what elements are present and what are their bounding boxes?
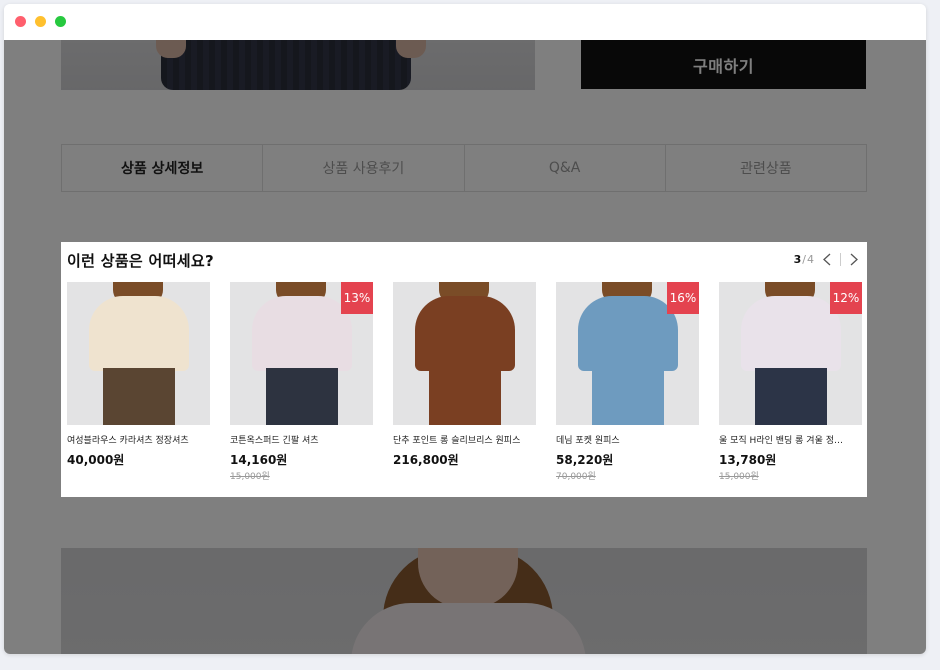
original-price: 15,000원 [230,472,270,482]
pager-total: 4 [807,252,814,266]
product-name[interactable]: 데님 포켓 원피스 [556,433,696,446]
original-price: 15,000원 [719,472,759,482]
product-price: 216,800원 [393,453,459,467]
product-thumbnail[interactable] [393,282,536,425]
title-bar [4,4,926,40]
recommend-title: 이런 상품은 어떠세요? [67,252,214,270]
product-card[interactable]: 여성블라우스 카라셔츠 정장셔츠 40,000원 [67,282,210,487]
product-price: 40,000원 [67,453,125,467]
product-name[interactable]: 단추 포인트 롱 슬리브리스 원피스 [393,433,533,446]
discount-badge: 13% [341,282,373,314]
top-garment-shape [89,296,189,371]
product-card[interactable]: 단추 포인트 롱 슬리브리스 원피스 216,800원 [393,282,536,487]
product-price: 13,780원 [719,453,777,467]
next-page-button[interactable] [845,250,863,268]
bottom-garment-shape [429,368,501,425]
prev-page-button[interactable] [818,250,836,268]
product-carousel: 여성블라우스 카라셔츠 정장셔츠 40,000원 13% 코튼옥스퍼드 긴팔 셔… [67,282,867,487]
maximize-window-button[interactable] [55,16,66,27]
product-price: 14,160원 [230,453,288,467]
product-thumbnail[interactable] [67,282,210,425]
chevron-left-icon [823,253,831,265]
product-name[interactable]: 코튼옥스퍼드 긴팔 셔츠 [230,433,370,446]
product-price: 58,220원 [556,453,614,467]
product-name[interactable]: 울 모직 H라인 밴딩 롱 겨울 정… [719,433,859,446]
product-thumbnail[interactable]: 12% [719,282,862,425]
product-page: 구매하기 상품 상세정보 상품 사용후기 Q&A 관련상품 이런 상품은 어떠세… [4,40,926,654]
bottom-garment-shape [592,368,664,425]
discount-badge: 16% [667,282,699,314]
original-price: 70,000원 [556,472,596,482]
top-garment-shape [415,296,515,371]
top-garment-shape [741,296,841,371]
bottom-garment-shape [266,368,338,425]
bottom-garment-shape [755,368,827,425]
close-window-button[interactable] [15,16,26,27]
browser-window: 구매하기 상품 상세정보 상품 사용후기 Q&A 관련상품 이런 상품은 어떠세… [4,4,926,654]
recommend-popup: 이런 상품은 어떠세요? 3 / 4 여성블라우스 카라셔츠 정장셔츠 40,0… [61,242,867,497]
product-thumbnail[interactable]: 13% [230,282,373,425]
product-thumbnail[interactable]: 16% [556,282,699,425]
product-name[interactable]: 여성블라우스 카라셔츠 정장셔츠 [67,433,207,446]
pager-current: 3 [793,252,802,266]
top-garment-shape [252,296,352,371]
product-card[interactable]: 13% 코튼옥스퍼드 긴팔 셔츠 14,160원 15,000원 [230,282,373,487]
minimize-window-button[interactable] [35,16,46,27]
pager-separator: / [802,252,806,266]
discount-badge: 12% [830,282,862,314]
pager-divider [840,252,841,266]
top-garment-shape [578,296,678,371]
recommend-pager: 3 / 4 [794,250,863,268]
product-card[interactable]: 12% 울 모직 H라인 밴딩 롱 겨울 정… 13,780원 15,000원 [719,282,862,487]
product-card[interactable]: 16% 데님 포켓 원피스 58,220원 70,000원 [556,282,699,487]
bottom-garment-shape [103,368,175,425]
chevron-right-icon [850,253,858,265]
